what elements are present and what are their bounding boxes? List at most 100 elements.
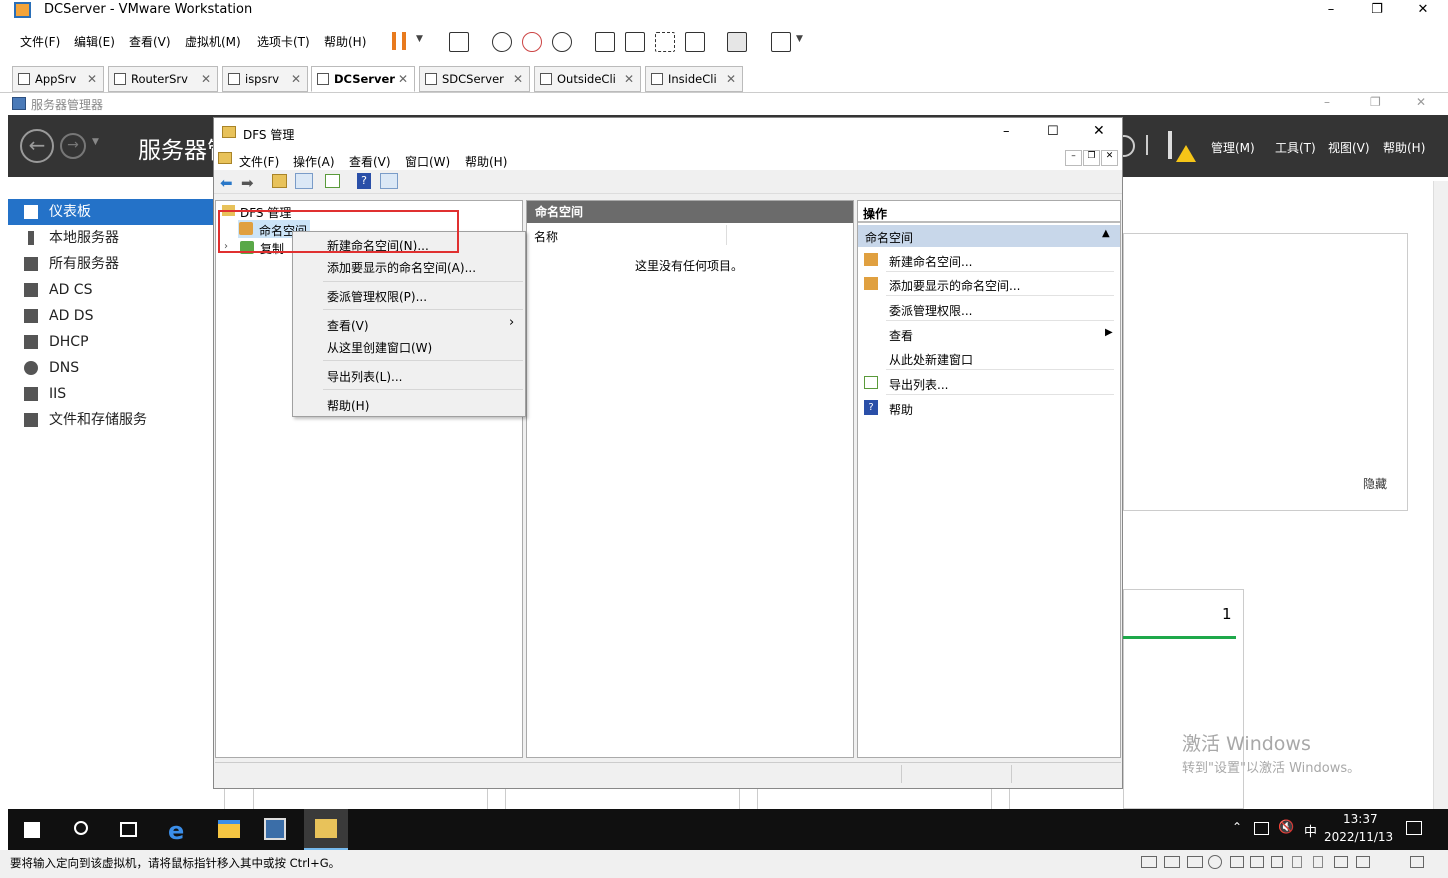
network-icon[interactable] bbox=[1254, 822, 1269, 835]
sidebar-item-dashboard[interactable]: 仪表板 bbox=[8, 199, 213, 225]
action-view[interactable]: 查看 bbox=[889, 327, 913, 344]
forward-icon[interactable]: ➡ bbox=[241, 174, 254, 192]
clock-date[interactable]: 2022/11/13 bbox=[1324, 830, 1393, 844]
dfs-menu-view[interactable]: 查看(V) bbox=[349, 153, 391, 170]
chevron-down-icon[interactable]: ▼ bbox=[416, 34, 423, 44]
vm-guest-screen[interactable]: 服务器管理器 – ❐ ✕ ← → ▼ 服务器管 管理(M) 工具(T) 视图(V… bbox=[8, 93, 1448, 850]
hard-disk-icon[interactable] bbox=[1164, 856, 1180, 868]
hide-link[interactable]: 隐藏 bbox=[1363, 475, 1387, 492]
tab-insidecli[interactable]: InsideCli ✕ bbox=[645, 66, 743, 92]
dfs-management-window[interactable]: DFS 管理 – ☐ ✕ 文件(F) 操作(A) 查看(V) 窗口(W) 帮助(… bbox=[213, 117, 1123, 789]
dfs-maximize-button[interactable]: ☐ bbox=[1047, 124, 1059, 139]
send-ctrl-alt-del-icon[interactable] bbox=[449, 32, 469, 52]
task-view-icon[interactable] bbox=[120, 822, 137, 837]
vmware-close-button[interactable]: ✕ bbox=[1400, 0, 1446, 22]
usb-icon[interactable] bbox=[1313, 856, 1323, 868]
close-icon[interactable]: ✕ bbox=[624, 67, 634, 91]
vmware-menu-view[interactable]: 查看(V) bbox=[129, 33, 171, 50]
header-menu-manage[interactable]: 管理(M) bbox=[1211, 139, 1255, 156]
sound-card-icon[interactable] bbox=[1271, 856, 1283, 868]
sm-close-button[interactable]: ✕ bbox=[1416, 95, 1426, 109]
thumbnail-bar-icon[interactable] bbox=[625, 32, 645, 52]
help-icon[interactable]: ? bbox=[357, 173, 371, 189]
dfs-menu-action[interactable]: 操作(A) bbox=[293, 153, 335, 170]
volume-icon[interactable]: 🔇 bbox=[1278, 820, 1294, 835]
network-adapter-icon[interactable] bbox=[1230, 856, 1244, 868]
dfs-close-button[interactable]: ✕ bbox=[1093, 123, 1105, 139]
back-arrow-icon[interactable]: ← bbox=[20, 129, 54, 163]
dfs-menu-file[interactable]: 文件(F) bbox=[239, 153, 279, 170]
column-header-name[interactable]: 名称 bbox=[527, 225, 727, 245]
mdi-close-button[interactable]: ✕ bbox=[1101, 150, 1118, 166]
unity-icon[interactable] bbox=[685, 32, 705, 52]
vmware-maximize-button[interactable]: ❐ bbox=[1354, 0, 1400, 22]
sm-minimize-button[interactable]: – bbox=[1324, 95, 1330, 109]
header-menu-help[interactable]: 帮助(H) bbox=[1383, 139, 1425, 156]
dfs-taskbar-button[interactable] bbox=[304, 809, 348, 850]
show-hidden-icons-icon[interactable]: ⌃ bbox=[1232, 820, 1242, 834]
sm-restore-button[interactable]: ❐ bbox=[1370, 95, 1381, 109]
notification-flag-icon[interactable] bbox=[1168, 131, 1172, 159]
tab-outsidecli[interactable]: OutsideCli ✕ bbox=[534, 66, 641, 92]
snapshot-icon[interactable] bbox=[492, 32, 512, 52]
context-menu-delegate[interactable]: 委派管理权限(P)... bbox=[327, 288, 427, 305]
action-new-namespace[interactable]: 新建命名空间... bbox=[889, 253, 972, 270]
stretch-guest-icon[interactable] bbox=[771, 32, 791, 52]
cd-drive-icon[interactable] bbox=[1208, 855, 1222, 869]
action-new-window[interactable]: 从此处新建窗口 bbox=[889, 351, 973, 368]
printer-icon[interactable] bbox=[1334, 856, 1348, 868]
sidebar-item-all-servers[interactable]: 所有服务器 bbox=[8, 251, 213, 277]
sidebar-item-dhcp[interactable]: DHCP bbox=[8, 329, 213, 355]
tab-appsrv[interactable]: AppSrv ✕ bbox=[12, 66, 104, 92]
context-menu-add-namespace-display[interactable]: 添加要显示的命名空间(A)... bbox=[327, 259, 476, 276]
collapse-icon[interactable]: ▲ bbox=[1102, 228, 1110, 239]
vmware-menu-tabs[interactable]: 选项卡(T) bbox=[257, 33, 310, 50]
hard-disk-icon[interactable] bbox=[1187, 856, 1203, 868]
actions-section-header[interactable]: 命名空间 ▲ bbox=[858, 225, 1120, 247]
search-icon[interactable] bbox=[74, 821, 88, 835]
action-help[interactable]: 帮助 bbox=[889, 401, 913, 418]
message-log-icon[interactable] bbox=[1410, 856, 1424, 868]
full-screen-icon[interactable] bbox=[655, 32, 675, 52]
display-icon[interactable] bbox=[1356, 856, 1370, 868]
context-menu-new-window[interactable]: 从这里创建窗口(W) bbox=[327, 339, 432, 356]
chevron-down-icon[interactable]: ▼ bbox=[92, 137, 99, 147]
tab-routersrv[interactable]: RouterSrv ✕ bbox=[108, 66, 218, 92]
hard-disk-icon[interactable] bbox=[1141, 856, 1157, 868]
show-hide-action-pane-icon[interactable] bbox=[380, 173, 398, 189]
header-menu-tools[interactable]: 工具(T) bbox=[1275, 139, 1316, 156]
revert-snapshot-icon[interactable] bbox=[522, 32, 542, 52]
export-list-icon[interactable] bbox=[325, 174, 340, 188]
sidebar-toggle-icon[interactable] bbox=[595, 32, 615, 52]
up-level-icon[interactable] bbox=[272, 174, 287, 188]
vmware-menu-file[interactable]: 文件(F) bbox=[20, 33, 60, 50]
header-menu-view[interactable]: 视图(V) bbox=[1328, 139, 1370, 156]
dfs-menu-window[interactable]: 窗口(W) bbox=[405, 153, 450, 170]
dfs-menu-help[interactable]: 帮助(H) bbox=[465, 153, 507, 170]
close-icon[interactable]: ✕ bbox=[726, 67, 736, 91]
mdi-restore-button[interactable]: ❐ bbox=[1083, 150, 1100, 166]
pause-icon[interactable] bbox=[392, 32, 406, 50]
sidebar-item-iis[interactable]: IIS bbox=[8, 381, 213, 407]
vmware-menu-vm[interactable]: 虚拟机(M) bbox=[185, 33, 241, 50]
clock-time[interactable]: 13:37 bbox=[1343, 812, 1378, 826]
console-view-icon[interactable] bbox=[727, 32, 747, 52]
context-menu-view[interactable]: 查看(V) bbox=[327, 317, 369, 334]
close-icon[interactable]: ✕ bbox=[201, 67, 211, 91]
action-add-namespace-display[interactable]: 添加要显示的命名空间... bbox=[889, 277, 1020, 294]
sidebar-item-ad-cs[interactable]: AD CS bbox=[8, 277, 213, 303]
vmware-minimize-button[interactable]: – bbox=[1308, 0, 1354, 22]
back-icon[interactable]: ⬅ bbox=[220, 174, 233, 192]
edge-icon[interactable]: e bbox=[168, 817, 184, 845]
sidebar-item-file-storage[interactable]: 文件和存储服务 bbox=[8, 407, 213, 433]
vmware-menu-help[interactable]: 帮助(H) bbox=[324, 33, 366, 50]
network-adapter-icon[interactable] bbox=[1250, 856, 1264, 868]
notification-center-icon[interactable] bbox=[1406, 821, 1422, 835]
server-manager-taskbar-icon[interactable] bbox=[264, 818, 286, 840]
close-icon[interactable]: ✕ bbox=[513, 67, 523, 91]
tab-sdcserver[interactable]: SDCServer ✕ bbox=[419, 66, 530, 92]
tab-ispsrv[interactable]: ispsrv ✕ bbox=[222, 66, 308, 92]
snapshot-manager-icon[interactable] bbox=[552, 32, 572, 52]
dfs-minimize-button[interactable]: – bbox=[1003, 124, 1010, 139]
action-export-list[interactable]: 导出列表... bbox=[889, 376, 948, 393]
